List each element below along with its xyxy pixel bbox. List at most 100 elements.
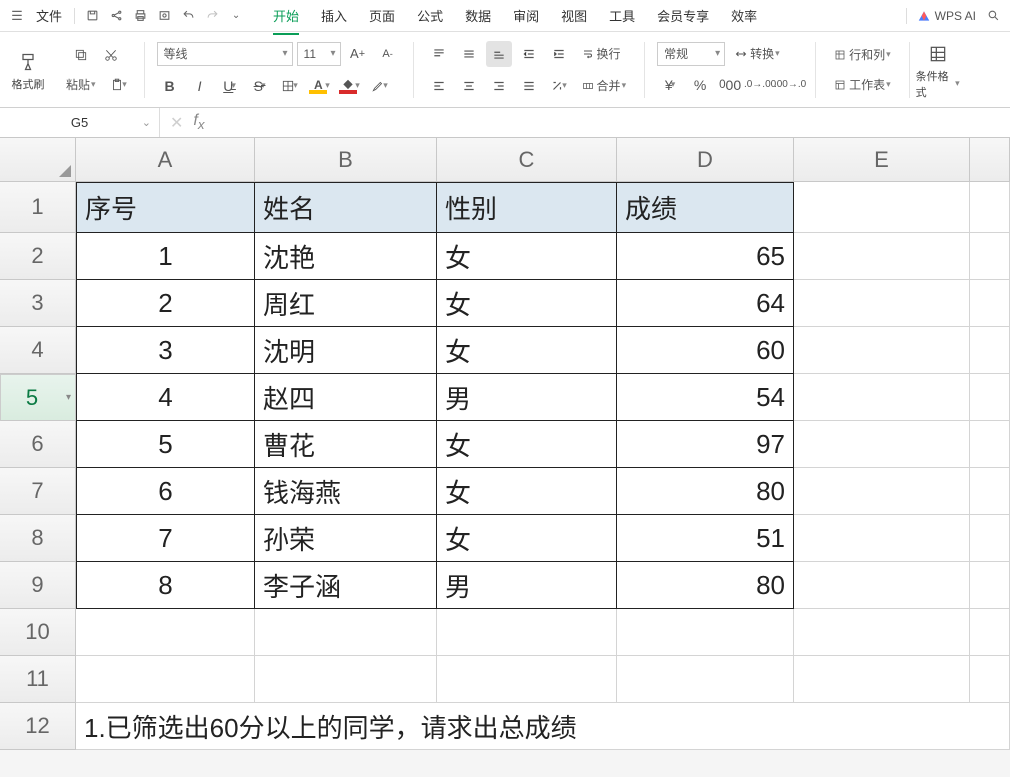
preview-icon[interactable] — [153, 5, 175, 27]
print-icon[interactable] — [129, 5, 151, 27]
orientation-icon[interactable]: ▾ — [546, 73, 572, 99]
cell[interactable] — [970, 182, 1010, 233]
cell[interactable]: 1 — [76, 233, 255, 280]
align-middle-icon[interactable] — [456, 41, 482, 67]
clipboard-icon[interactable]: ▾ — [106, 72, 132, 98]
cell[interactable] — [970, 327, 1010, 374]
cell[interactable]: 女 — [437, 468, 617, 515]
cell[interactable]: 80 — [617, 468, 794, 515]
cell[interactable] — [794, 515, 970, 562]
cell[interactable]: 男 — [437, 562, 617, 609]
spreadsheet-grid[interactable]: A B C D E 1 序号 姓名 性别 成绩 2 1 沈艳 女 65 3 2 … — [0, 138, 1010, 750]
formula-input[interactable] — [215, 108, 1010, 137]
cell[interactable] — [437, 656, 617, 703]
tab-start[interactable]: 开始 — [263, 2, 309, 29]
col-header-A[interactable]: A — [76, 138, 255, 182]
row-header[interactable]: 3 — [0, 280, 76, 327]
merge-button[interactable]: 合并▾ — [576, 74, 633, 98]
cell[interactable] — [794, 562, 970, 609]
font-size-select[interactable]: 11 — [297, 42, 341, 66]
cell[interactable] — [76, 656, 255, 703]
col-header-C[interactable]: C — [437, 138, 617, 182]
col-header-extra[interactable] — [970, 138, 1010, 182]
col-header-D[interactable]: D — [617, 138, 794, 182]
bold-icon[interactable]: B — [157, 73, 183, 99]
cell[interactable]: 沈明 — [255, 327, 437, 374]
row-header[interactable]: 12 — [0, 703, 76, 750]
cell[interactable]: 李子涵 — [255, 562, 437, 609]
hamburger-icon[interactable]: ☰ — [6, 5, 28, 27]
row-header[interactable]: 5 — [0, 374, 76, 421]
cell[interactable] — [794, 656, 970, 703]
justify-icon[interactable] — [516, 73, 542, 99]
cell[interactable]: 孙荣 — [255, 515, 437, 562]
cell[interactable]: 序号 — [76, 182, 255, 233]
cell[interactable]: 1.已筛选出60分以上的同学，请求出总成绩 — [76, 703, 1010, 750]
cell[interactable]: 女 — [437, 515, 617, 562]
row-header[interactable]: 2 — [0, 233, 76, 280]
save-icon[interactable] — [81, 5, 103, 27]
undo-icon[interactable] — [177, 5, 199, 27]
cell[interactable]: 6 — [76, 468, 255, 515]
align-bottom-icon[interactable] — [486, 41, 512, 67]
copy-icon[interactable] — [68, 42, 94, 68]
decrease-indent-icon[interactable] — [516, 41, 542, 67]
convert-button[interactable]: 转换▾ — [729, 42, 786, 66]
cell[interactable]: 沈艳 — [255, 233, 437, 280]
font-name-select[interactable]: 等线 — [157, 42, 293, 66]
cell[interactable]: 曹花 — [255, 421, 437, 468]
cancel-formula-icon[interactable]: ✕ — [170, 113, 183, 133]
cell[interactable] — [970, 233, 1010, 280]
col-header-E[interactable]: E — [794, 138, 970, 182]
tab-insert[interactable]: 插入 — [311, 2, 357, 29]
tab-efficiency[interactable]: 效率 — [721, 2, 767, 29]
cell[interactable] — [794, 609, 970, 656]
tab-formula[interactable]: 公式 — [407, 2, 453, 29]
cell[interactable]: 女 — [437, 280, 617, 327]
row-header[interactable]: 1 — [0, 182, 76, 233]
cut-icon[interactable] — [98, 42, 124, 68]
tab-review[interactable]: 审阅 — [503, 2, 549, 29]
cell[interactable]: 7 — [76, 515, 255, 562]
cell[interactable]: 赵四 — [255, 374, 437, 421]
tab-data[interactable]: 数据 — [455, 2, 501, 29]
row-header[interactable]: 10 — [0, 609, 76, 656]
percent-icon[interactable]: % — [687, 72, 713, 98]
cell[interactable]: 5 — [76, 421, 255, 468]
row-column-button[interactable]: 行和列▾ — [828, 43, 897, 67]
cell[interactable] — [970, 421, 1010, 468]
select-all-corner[interactable] — [0, 138, 76, 182]
tab-view[interactable]: 视图 — [551, 2, 597, 29]
share-icon[interactable] — [105, 5, 127, 27]
cell[interactable] — [617, 609, 794, 656]
cell[interactable]: 60 — [617, 327, 794, 374]
align-right-icon[interactable] — [486, 73, 512, 99]
cell[interactable]: 姓名 — [255, 182, 437, 233]
worksheet-button[interactable]: 工作表▾ — [828, 73, 897, 97]
tab-page[interactable]: 页面 — [359, 2, 405, 29]
col-header-B[interactable]: B — [255, 138, 437, 182]
strikethrough-icon[interactable]: S▾ — [247, 73, 273, 99]
cell[interactable]: 80 — [617, 562, 794, 609]
cell[interactable]: 51 — [617, 515, 794, 562]
cell[interactable]: 女 — [437, 421, 617, 468]
redo-icon[interactable] — [201, 5, 223, 27]
cell[interactable]: 8 — [76, 562, 255, 609]
cell[interactable]: 周红 — [255, 280, 437, 327]
paste-button[interactable]: 粘贴▾ — [60, 73, 102, 97]
cell[interactable] — [970, 468, 1010, 515]
cell[interactable] — [255, 609, 437, 656]
cell[interactable]: 97 — [617, 421, 794, 468]
cell[interactable] — [970, 374, 1010, 421]
increase-indent-icon[interactable] — [546, 41, 572, 67]
font-color-icon[interactable]: A▾ — [307, 73, 333, 99]
cell[interactable] — [437, 609, 617, 656]
cell[interactable]: 女 — [437, 327, 617, 374]
cell[interactable] — [794, 280, 970, 327]
cell[interactable]: 男 — [437, 374, 617, 421]
cell[interactable] — [970, 515, 1010, 562]
border-icon[interactable]: ▾ — [277, 73, 303, 99]
file-menu[interactable]: 文件 — [30, 6, 68, 25]
increase-decimal-icon[interactable]: .0→.00 — [747, 72, 773, 98]
increase-font-icon[interactable]: A+ — [345, 41, 371, 67]
